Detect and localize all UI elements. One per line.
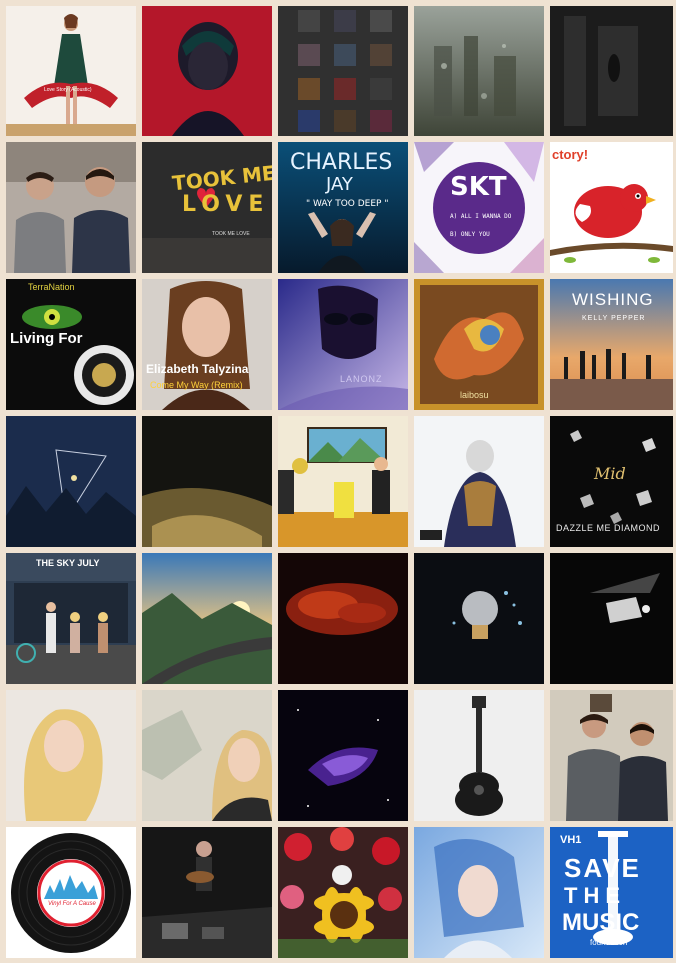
love-title: LOVE <box>182 192 270 217</box>
save-text: SAVE <box>564 853 641 883</box>
concert-art <box>142 827 272 958</box>
terranation-text: TerraNation <box>28 282 75 292</box>
album-vh1-save-the-music[interactable]: VH1 SAVE THE MUSIC foundation <box>550 827 673 958</box>
album-love-song-shadow[interactable]: laibosu <box>414 279 544 410</box>
album-collage-artists[interactable] <box>278 6 408 136</box>
album-red-portrait[interactable] <box>142 6 272 136</box>
album-cartoon-room[interactable] <box>278 416 408 547</box>
laibosu-text: laibosu <box>460 390 489 400</box>
album-woman-ribbon[interactable]: Love Story (Acoustic) <box>6 6 136 136</box>
charles-title: CHARLES <box>290 150 393 175</box>
dark-room-art <box>550 6 673 136</box>
kelly-pepper: KELLY PEPPER <box>582 315 646 322</box>
elizabeth-art <box>142 279 272 410</box>
woman-ribbon-art <box>6 6 136 136</box>
vinyl-art <box>6 827 136 958</box>
mountain-road-art <box>142 553 272 684</box>
lanonz-title: LANONZ <box>340 374 383 384</box>
album-concert-guitarist[interactable] <box>142 827 272 958</box>
the-text: THE <box>564 883 626 908</box>
ribbon-text: Love Story (Acoustic) <box>44 87 92 93</box>
album-purple-space[interactable] <box>278 690 408 821</box>
album-guitar[interactable] <box>414 690 544 821</box>
dazzle-title: DAZZLE ME DIAMOND <box>556 523 661 533</box>
blonde-woman-art <box>6 690 136 821</box>
piano-stage-art <box>550 553 673 684</box>
album-living-for[interactable]: TerraNation Living For <box>6 279 136 410</box>
guitar-art <box>414 690 544 821</box>
album-two-men[interactable] <box>6 142 136 273</box>
album-red-clouds[interactable] <box>278 553 408 684</box>
album-vinyl-for-a-cause[interactable]: Vinyl For A Cause <box>6 827 136 958</box>
cartoon-room-art <box>278 416 408 547</box>
mid-logo: Mid <box>594 464 626 483</box>
album-wishing[interactable]: WISHING KELLY PEPPER <box>550 279 673 410</box>
album-silhouette-figure[interactable] <box>414 416 544 547</box>
skt-art <box>414 142 544 273</box>
four-people-art <box>6 553 136 684</box>
skt-track-b: B) ONLY YOU <box>450 231 490 238</box>
red-clouds-art <box>278 553 408 684</box>
two-men-sitting-art <box>550 690 673 821</box>
blue-portrait-art <box>414 827 544 958</box>
lanonz-art <box>278 279 408 410</box>
foundation-text: foundation <box>590 938 628 947</box>
album-piano-stage[interactable] <box>550 553 673 684</box>
wishing-title: WISHING <box>572 290 654 309</box>
took-me-love-small: TOOK ME LOVE <box>212 231 250 237</box>
album-blue-portrait[interactable] <box>414 827 544 958</box>
jay-title: JAY <box>326 174 353 195</box>
rainy-window-art <box>414 6 544 136</box>
purple-space-art <box>278 690 408 821</box>
album-grid: Love Story (Acoustic) TOOK ME LOVE TOOK … <box>0 0 676 963</box>
album-flowers-sunflower[interactable] <box>278 827 408 958</box>
woman-leaves-art <box>142 690 272 821</box>
living-for-title: Living For <box>10 330 83 347</box>
album-triangle-forest[interactable] <box>6 416 136 547</box>
elizabeth-title: Elizabeth Talyzina <box>146 362 249 376</box>
album-dazzle-me-diamond[interactable]: Mid DAZZLE ME DIAMOND <box>550 416 673 547</box>
come-my-way: Come My Way (Remix) <box>150 380 243 390</box>
red-portrait-art <box>142 6 272 136</box>
vinyl-cause-text: Vinyl For A Cause <box>48 901 96 907</box>
album-woman-leaves[interactable] <box>142 690 272 821</box>
ctory-text: ctory! <box>552 147 589 162</box>
collage-art <box>278 6 408 136</box>
album-blonde-woman[interactable] <box>6 690 136 821</box>
way-too-deep: " WAY TOO DEEP " <box>306 199 389 209</box>
album-dark-room[interactable] <box>550 6 673 136</box>
album-elizabeth-talyzina[interactable]: Elizabeth Talyzina Come My Way (Remix) <box>142 279 272 410</box>
album-took-me-love[interactable]: TOOK ME LOVE TOOK ME LOVE <box>142 142 272 273</box>
album-four-people[interactable]: THE SKY JULY <box>6 553 136 684</box>
two-men-art <box>6 142 136 273</box>
lightbulb-art <box>414 553 544 684</box>
album-red-bird[interactable]: ctory! <box>550 142 673 273</box>
album-two-men-sitting[interactable] <box>550 690 673 821</box>
album-rainy-window[interactable] <box>414 6 544 136</box>
album-skt[interactable]: SKT A) ALL I WANNA DO B) ONLY YOU <box>414 142 544 273</box>
sky-july-title: THE SKY JULY <box>36 558 100 568</box>
album-golden-grass[interactable] <box>142 416 272 547</box>
music-text: MUSIC <box>562 909 640 936</box>
silhouette-art <box>414 416 544 547</box>
album-lanonz[interactable]: LANONZ <box>278 279 408 410</box>
album-mountain-road[interactable] <box>142 553 272 684</box>
golden-grass-art <box>142 416 272 547</box>
triangle-forest-art <box>6 416 136 547</box>
vh1-text: VH1 <box>560 834 582 846</box>
album-charles-jay[interactable]: CHARLES JAY " WAY TOO DEEP " <box>278 142 408 273</box>
skt-track-a: A) ALL I WANNA DO <box>450 213 512 220</box>
skt-title: SKT <box>450 172 507 202</box>
flowers-art <box>278 827 408 958</box>
album-lightbulb[interactable] <box>414 553 544 684</box>
